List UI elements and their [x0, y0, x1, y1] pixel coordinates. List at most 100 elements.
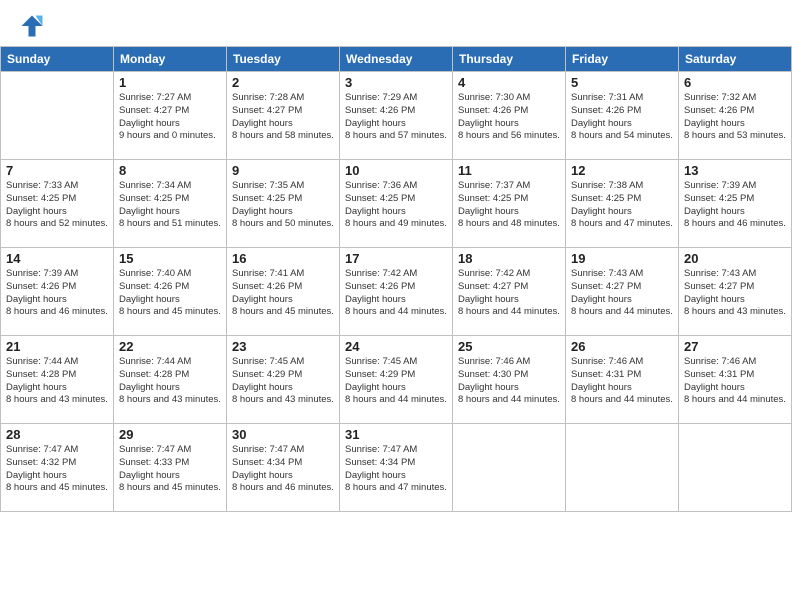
daylight-label: Daylight hours	[458, 206, 519, 217]
sunset-label: Sunset: 4:29 PM	[232, 369, 302, 380]
daylight-label: Daylight hours	[232, 206, 293, 217]
daylight-label: Daylight hours	[119, 206, 180, 217]
day-info: Sunrise: 7:39 AM Sunset: 4:26 PM Daylight …	[6, 268, 108, 319]
day-cell-24: 24 Sunrise: 7:45 AMSunset: 4:29 PMDayligh…	[340, 336, 453, 424]
sunset-label: Sunset: 4:25 PM	[119, 193, 189, 204]
sunset-label: Sunset: 4:27 PM	[684, 281, 754, 292]
sunrise-label: Sunrise: 7:28 AM	[232, 92, 304, 103]
day-cell-7: 7Sunrise: 7:33 AMSunset: 4:25 PMDaylight…	[1, 160, 114, 248]
day-info: Sunrise: 7:47 AMSunset: 4:32 PMDaylight …	[6, 444, 108, 495]
day-cell-17: 17Sunrise: 7:42 AMSunset: 4:26 PMDayligh…	[340, 248, 453, 336]
sunset-label: Sunset: 4:27 PM	[119, 105, 189, 116]
sunset-label: Sunset: 4:27 PM	[232, 105, 302, 116]
day-cell-2: 2Sunrise: 7:28 AMSunset: 4:27 PMDaylight…	[227, 72, 340, 160]
day-info: Sunrise: 7:36 AMSunset: 4:25 PMDaylight …	[345, 180, 447, 231]
daylight-label: Daylight hours	[119, 118, 180, 129]
sunrise-label: Sunrise: 7:47 AM	[232, 444, 304, 455]
day-number: 11	[458, 163, 560, 178]
day-info: Sunrise: 7:35 AMSunset: 4:25 PMDaylight …	[232, 180, 334, 231]
day-number: 13	[684, 163, 786, 178]
day-number: 5	[571, 75, 673, 90]
sunset-label: Sunset: 4:25 PM	[571, 193, 641, 204]
day-info: Sunrise: 7:42 AMSunset: 4:27 PMDaylight …	[458, 268, 560, 319]
day-info: Sunrise: 7:34 AMSunset: 4:25 PMDaylight …	[119, 180, 221, 231]
sunrise-label: Sunrise: 7:39 AM	[6, 268, 78, 279]
sunset-label: Sunset: 4:31 PM	[571, 369, 641, 380]
day-info: Sunrise: 7:28 AMSunset: 4:27 PMDaylight …	[232, 92, 334, 143]
weekday-header-tuesday: Tuesday	[227, 47, 340, 72]
empty-cell	[1, 72, 114, 160]
day-cell-14: 14 Sunrise: 7:39 AM Sunset: 4:26 PM Dayligh…	[1, 248, 114, 336]
day-cell-11: 11Sunrise: 7:37 AMSunset: 4:25 PMDayligh…	[453, 160, 566, 248]
sunset-label: Sunset: 4:26 PM	[571, 105, 641, 116]
daylight-label: Daylight hours	[458, 382, 519, 393]
day-cell-31: 31Sunrise: 7:47 AMSunset: 4:34 PMDayligh…	[340, 424, 453, 512]
day-number: 16	[232, 251, 334, 266]
day-info: Sunrise: 7:44 AMSunset: 4:28 PMDaylight …	[119, 356, 221, 407]
weekday-header-sunday: Sunday	[1, 47, 114, 72]
day-cell-25: 25Sunrise: 7:46 AMSunset: 4:30 PMDayligh…	[453, 336, 566, 424]
day-cell-13: 13Sunrise: 7:39 AMSunset: 4:25 PMDayligh…	[679, 160, 792, 248]
sunrise-label: Sunrise: 7:32 AM	[684, 92, 756, 103]
day-cell-15: 15Sunrise: 7:40 AMSunset: 4:26 PMDayligh…	[114, 248, 227, 336]
daylight-label: Daylight hours	[684, 206, 745, 217]
sunset-label: Sunset: 4:26 PM	[232, 281, 302, 292]
weekday-header-wednesday: Wednesday	[340, 47, 453, 72]
day-cell-23: 23Sunrise: 7:45 AMSunset: 4:29 PMDayligh…	[227, 336, 340, 424]
day-cell-22: 22Sunrise: 7:44 AMSunset: 4:28 PMDayligh…	[114, 336, 227, 424]
sunrise-label: Sunrise: 7:30 AM	[458, 92, 530, 103]
day-info: Sunrise: 7:46 AMSunset: 4:31 PMDaylight …	[684, 356, 786, 407]
day-number: 31	[345, 427, 447, 442]
daylight-value: 8 hours and 43 minutes.	[684, 306, 786, 317]
daylight-label: Daylight hours	[6, 294, 67, 305]
day-info: Sunrise: 7:45 AMSunset: 4:29 PMDaylight …	[345, 356, 447, 407]
weekday-header-friday: Friday	[566, 47, 679, 72]
sunset-label: Sunset: 4:28 PM	[6, 369, 76, 380]
day-cell-5: 5 Sunrise: 7:31 AM Sunset: 4:26 PM Daylight…	[566, 72, 679, 160]
day-info: Sunrise: 7:44 AMSunset: 4:28 PMDaylight …	[6, 356, 108, 407]
daylight-label: Daylight hours	[119, 470, 180, 481]
day-info: Sunrise: 7:38 AMSunset: 4:25 PMDaylight …	[571, 180, 673, 231]
day-number: 8	[119, 163, 221, 178]
day-number: 24	[345, 339, 447, 354]
sunset-label: Sunset: 4:25 PM	[345, 193, 415, 204]
daylight-value: 8 hours and 44 minutes.	[345, 394, 447, 405]
daylight-label: Daylight hours	[232, 470, 293, 481]
daylight-label: Daylight hours	[119, 382, 180, 393]
sunset-label: Sunset: 4:26 PM	[119, 281, 189, 292]
day-number: 28	[6, 427, 108, 442]
sunrise-label: Sunrise: 7:31 AM	[571, 92, 643, 103]
daylight-label: Daylight hours	[345, 470, 406, 481]
daylight-value: 8 hours and 45 minutes.	[119, 482, 221, 493]
sunrise-label: Sunrise: 7:46 AM	[684, 356, 756, 367]
day-cell-29: 29Sunrise: 7:47 AMSunset: 4:33 PMDayligh…	[114, 424, 227, 512]
sunset-label: Sunset: 4:27 PM	[571, 281, 641, 292]
day-number: 14	[6, 251, 108, 266]
weekday-header-thursday: Thursday	[453, 47, 566, 72]
sunrise-label: Sunrise: 7:43 AM	[571, 268, 643, 279]
daylight-value: 8 hours and 47 minutes.	[345, 482, 447, 493]
empty-cell	[679, 424, 792, 512]
day-number: 7	[6, 163, 108, 178]
day-info: Sunrise: 7:40 AMSunset: 4:26 PMDaylight …	[119, 268, 221, 319]
day-info: Sunrise: 7:31 AM Sunset: 4:26 PM Daylight …	[571, 92, 673, 143]
day-number: 20	[684, 251, 786, 266]
daylight-value: 8 hours and 44 minutes.	[684, 394, 786, 405]
day-number: 17	[345, 251, 447, 266]
day-cell-8: 8 Sunrise: 7:34 AMSunset: 4:25 PMDaylight…	[114, 160, 227, 248]
day-info: Sunrise: 7:41 AMSunset: 4:26 PMDaylight …	[232, 268, 334, 319]
day-number: 10	[345, 163, 447, 178]
sunrise-label: Sunrise: 7:44 AM	[119, 356, 191, 367]
daylight-label: Daylight hours	[6, 382, 67, 393]
sunrise-label: Sunrise: 7:36 AM	[345, 180, 417, 191]
daylight-label: Daylight hours	[571, 118, 632, 129]
day-number: 26	[571, 339, 673, 354]
daylight-value: 8 hours and 44 minutes.	[345, 306, 447, 317]
sunrise-label: Sunrise: 7:42 AM	[458, 268, 530, 279]
daylight-label: Daylight hours	[345, 382, 406, 393]
day-cell-21: 21Sunrise: 7:44 AMSunset: 4:28 PMDayligh…	[1, 336, 114, 424]
sunset-label: Sunset: 4:26 PM	[6, 281, 76, 292]
day-info: Sunrise: 7:32 AMSunset: 4:26 PMDaylight …	[684, 92, 786, 143]
daylight-value: 8 hours and 53 minutes.	[684, 130, 786, 141]
daylight-value: 8 hours and 44 minutes.	[571, 394, 673, 405]
